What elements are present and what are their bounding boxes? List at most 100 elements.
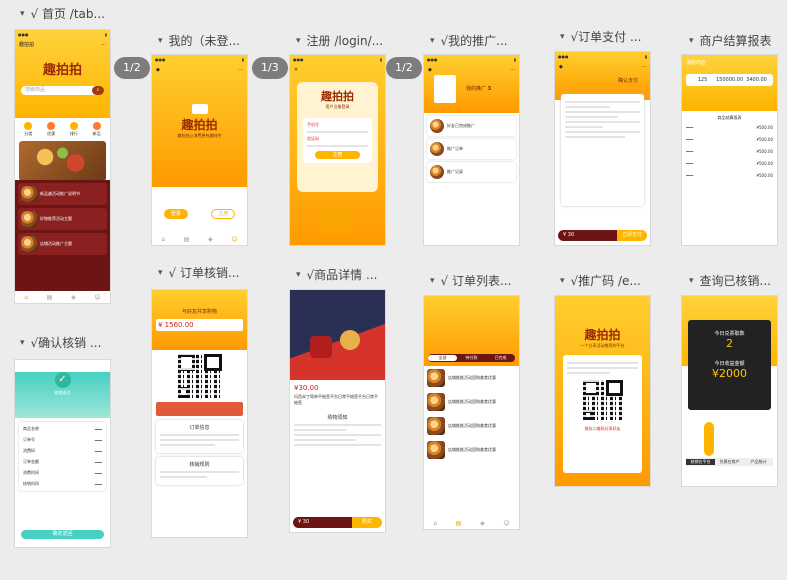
frame-confirm[interactable]: ✓ 核销成功 商品名称 ━━━ 订单号 ━━━ 消费码 ━━━ 订单金额 ━━━ 消费时… [15,360,110,547]
frame-label-mine[interactable]: ▾ 我的（未登... [158,32,240,49]
frame-mine[interactable]: ●●● ▮ ◆ ··· 趣拍拍 趣拍拍让消费更有趣味性 登录 注册 ⌂ ▤ ◈ ☺ [152,55,247,245]
user-tab-icon[interactable]: ☺ [94,294,100,301]
user-tab-icon[interactable]: ☺ [503,520,509,527]
close-icon[interactable]: ✕ [294,67,298,73]
tab-all[interactable]: 全部 [428,355,457,361]
frame-label-promo[interactable]: ▾ √我的推广... [430,32,508,49]
lock-illustration [320,207,354,233]
detail-row: 消费码 ━━━ [23,448,102,454]
tab-bar: ⌂ ▤ ◈ ☺ [424,517,519,529]
frame-detail[interactable]: ¥30.00 玛西米丁简单平抽签平台日常平抽签平台日常平抽签 购物须知 ¥ 30… [290,290,385,532]
frame-label-settle[interactable]: ▾ 商户结算报表 [689,32,772,49]
frame-label-detail[interactable]: ▾ √商品详情 ... [296,266,377,283]
order-tab-icon[interactable]: ▤ [47,294,53,301]
phone-field[interactable]: 手机号 [307,122,368,128]
frame-verify[interactable]: 与好友共享购物 ¥ 1560.00 订单信息 核销规则 [152,290,247,537]
home-tab-icon[interactable]: ⌂ [24,294,28,301]
tab-done[interactable]: 已完成 [486,355,515,361]
list-item[interactable]: 店铺推推活动团购美食优惠 [427,393,516,411]
promo-header: ●●● ▮ ◆ ··· 我的推广 3 [424,55,519,113]
frame-settle[interactable]: 湖南鸡店 125 150000.00 3400.00 商品结算报表 ━━━ ¥50… [682,55,777,245]
brand-logo: 趣拍拍 [584,328,621,342]
brand-logo: 趣拍拍 [181,118,218,132]
frame-label-orders[interactable]: ▾ √ 订单列表... [430,272,511,289]
frame-register[interactable]: ●●● ▮ ✕ 趣拍拍 用户注册登录 手机号 验证码 注册 [290,55,385,245]
section-title: 购物须知 [327,415,348,421]
pay-amount: ¥ 30 [558,230,617,241]
code-field[interactable]: 验证码 [307,136,368,142]
pay-button[interactable]: 立即支付 [617,230,647,241]
today-amount: ¥2000 [712,367,747,380]
frame-qrcode[interactable]: 趣拍拍 一个分享活动推荐的平台 保存二维码分享好友 [555,296,650,486]
list-item[interactable]: 店铺推推活动团购美食优惠 [427,417,516,435]
page-badge[interactable]: 1/3 [252,57,288,79]
list-item[interactable]: 店铺推推活动团购美食优惠 [427,369,516,387]
tab-platform[interactable]: 核销在平台 [686,459,715,465]
page-badge[interactable]: 1/2 [114,57,150,79]
frame-orders[interactable]: 全部 待付款 已完成 店铺推推活动团购美食优惠 店铺推推活动团购美食优惠 店铺推… [424,296,519,529]
frame-label-qrcode[interactable]: ▾ √推广码 /e... [560,272,641,289]
detail-row: 核销时间 ━━━ [23,481,102,487]
table-row: ━━━ ¥500.00 [686,161,773,166]
verify-banner [156,402,243,416]
order-tab-icon[interactable]: ▤ [184,236,190,243]
camera-icon [191,104,208,114]
list-item[interactable]: 好友已完成推广 [427,116,516,136]
buy-button[interactable]: 购买 [352,517,382,528]
promo-tab-icon[interactable]: ◈ [480,520,485,527]
frame-label-home[interactable]: ▾ √ 首页 /tab... [20,5,105,22]
home-list: 新品越活动推广说明书 好物推荐活动主题 店铺活动推广主题 [15,180,110,291]
chevron-down-icon: ▾ [560,275,565,286]
frame-pay[interactable]: ●●● ▮ ◆ ··· 确认支付 ¥ 30 立即支付 [555,52,650,245]
category-icon [24,122,33,130]
tab-merchant[interactable]: 兑换在商户 [715,459,744,465]
discount-button[interactable]: 优惠 [47,122,56,137]
frame-promo[interactable]: ●●● ▮ ◆ ··· 我的推广 3 好友已完成推广 推广订单 推广记录 [424,55,519,245]
item-thumbnail [21,236,37,252]
submit-button[interactable]: 注册 [315,151,360,159]
chevron-down-icon: ▾ [560,31,565,42]
banner-image[interactable] [19,141,106,181]
home-tab-icon[interactable]: ⌂ [433,520,437,527]
promo-illustration [434,75,456,103]
frame-label-verify[interactable]: ▾ √ 订单核销... [158,264,239,281]
list-item[interactable]: 好物推荐活动主题 [18,208,107,230]
frame-label-query[interactable]: ▾ 查询已核销... [689,272,771,289]
user-tab-icon[interactable]: ☺ [231,236,237,243]
check-icon: ✓ [54,372,71,388]
query-tabs: 核销在平台 兑换在商户 产品统计 [686,458,773,466]
promo-tab-icon[interactable]: ◈ [208,236,213,243]
frame-query[interactable]: 今日兑票取数 2 今日收益金额 ¥2000 核销在平台 兑换在商户 产品统计 [682,296,777,486]
frame-home[interactable]: ●●● ▮ 趣拍拍 ··· 趣拍拍 搜索商品 ⌕ 分类 优惠 排行 新品 新品越活动… [15,30,110,303]
promo-tab-icon[interactable]: ◈ [71,294,76,301]
list-item[interactable]: 推广记录 [427,162,516,182]
list-item[interactable]: 新品越活动推广说明书 [18,183,107,205]
tab-unpaid[interactable]: 待付款 [457,355,486,361]
tab-bar: ⌂ ▤ ◈ ☺ [152,233,247,245]
brand-subtitle: 趣拍拍让消费更有趣味性 [177,133,222,138]
item-thumbnail [21,211,37,227]
list-item[interactable]: 推广订单 [427,139,516,159]
page-badge[interactable]: 1/2 [386,57,422,79]
register-button[interactable]: 注册 [211,209,236,219]
brand-logo: 趣拍拍 [42,63,82,78]
frame-label-confirm[interactable]: ▾ √确认核销 ... [20,334,101,351]
tab-product[interactable]: 产品统计 [744,459,773,465]
frame-label-register[interactable]: ▾ 注册 /login/... [296,32,383,49]
chevron-down-icon: ▾ [689,275,694,286]
order-tab-icon[interactable]: ▤ [456,520,462,527]
list-item[interactable]: 店铺活动推广主题 [18,233,107,255]
save-qr-link[interactable]: 保存二维码分享好友 [567,426,638,432]
frame-label-pay[interactable]: ▾ √订单支付 ... [560,28,641,45]
ranking-button[interactable]: 排行 [69,122,78,137]
home-tab-icon[interactable]: ⌂ [161,236,165,243]
search-input[interactable]: 搜索商品 ⌕ [21,86,104,95]
category-button[interactable]: 分类 [24,122,33,137]
bottom-price: ¥ 30 [293,517,352,528]
discount-icon [47,122,56,130]
confirm-return-button[interactable]: 确定返回 [21,530,104,539]
search-icon[interactable]: ⌕ [92,86,104,95]
list-item[interactable]: 店铺推推活动团购美食优惠 [427,441,516,459]
new-button[interactable]: 新品 [92,122,101,137]
login-button[interactable]: 登录 [163,209,188,219]
